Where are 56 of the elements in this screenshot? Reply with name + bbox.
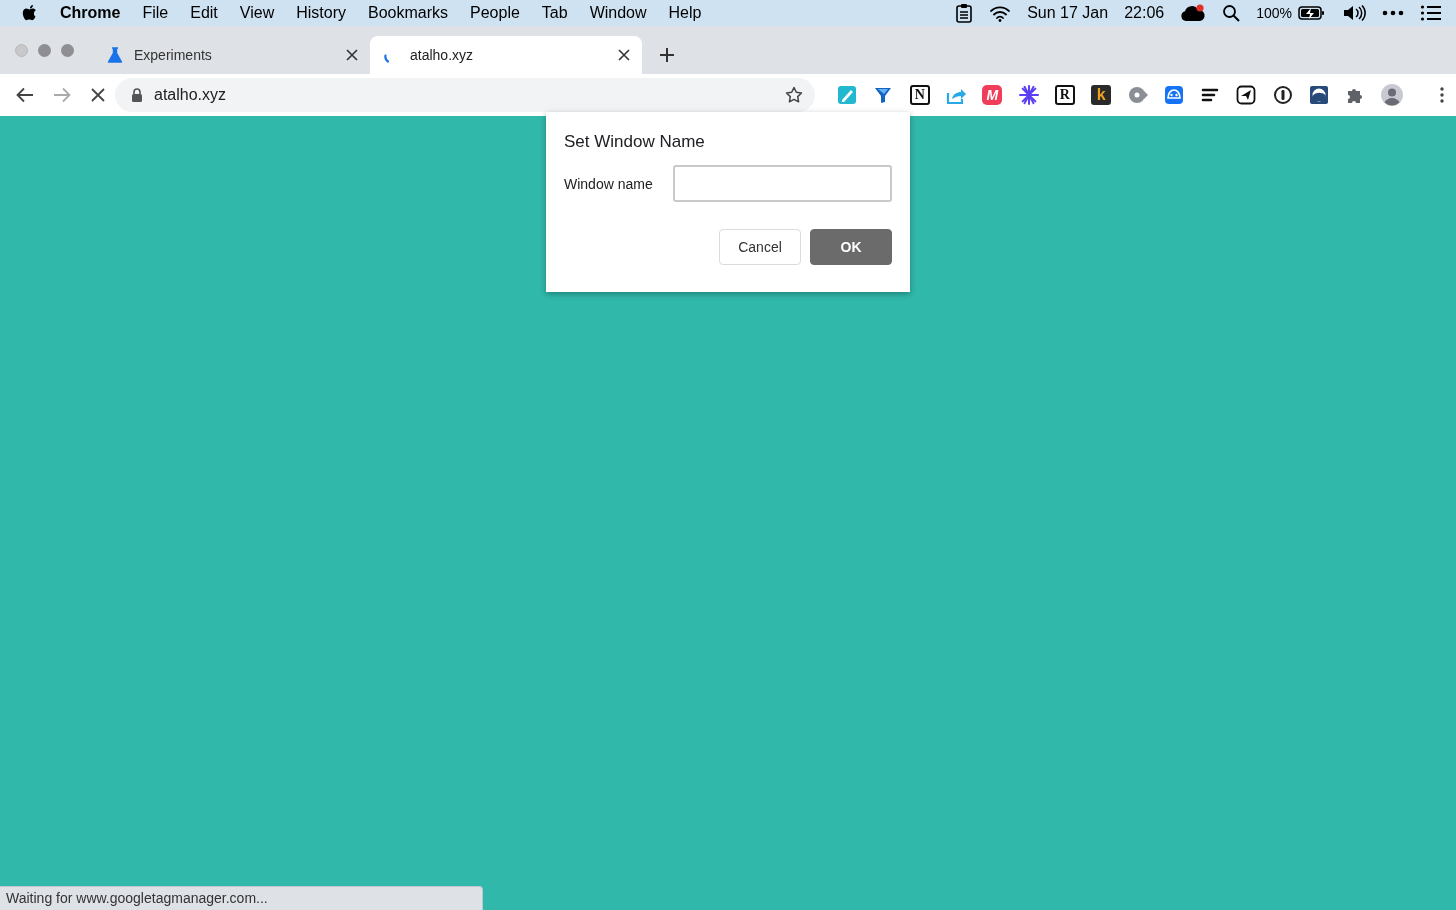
flask-icon <box>106 47 124 63</box>
menu-item[interactable]: Help <box>668 4 702 22</box>
wifi-icon[interactable] <box>989 4 1012 22</box>
asterisk-burst-icon[interactable] <box>1018 85 1039 105</box>
menu-item[interactable]: View <box>239 4 275 22</box>
menu-bar-clock[interactable]: 22:06 <box>1124 4 1165 22</box>
new-tab-icon[interactable] <box>659 47 675 63</box>
avatar-icon[interactable] <box>1380 84 1403 106</box>
wave-square-icon[interactable] <box>1309 85 1329 105</box>
url-text: atalho.xyz <box>154 86 228 104</box>
menu-item[interactable]: Tab <box>541 4 568 22</box>
disc-play-icon[interactable] <box>1127 85 1148 105</box>
window-name-field[interactable] <box>673 165 892 202</box>
cloud-icon[interactable] <box>1180 3 1207 23</box>
back-icon[interactable] <box>16 87 34 103</box>
search-icon[interactable] <box>1222 4 1241 22</box>
more-menu-icon[interactable] <box>1440 87 1444 103</box>
list-icon[interactable] <box>1420 5 1442 21</box>
cancel-button[interactable]: Cancel <box>719 229 801 265</box>
field-label: Window name <box>564 175 654 192</box>
close-icon[interactable] <box>618 49 630 61</box>
ok-button[interactable]: OK <box>810 229 892 265</box>
letter-logo-icon[interactable]: R <box>1054 85 1075 105</box>
status-bubble: Waiting for www.googletagmanager.com... <box>0 886 483 910</box>
letter-logo-icon[interactable]: k <box>1091 85 1112 105</box>
volume-icon[interactable] <box>1342 4 1366 22</box>
browser-tab[interactable]: atalho.xyz <box>370 36 642 74</box>
menu-item[interactable]: File <box>142 4 169 22</box>
stop-icon[interactable] <box>90 87 106 103</box>
menu-item[interactable]: Edit <box>190 4 218 22</box>
more-icon[interactable] <box>1382 10 1404 16</box>
menu-item[interactable]: Window <box>589 4 647 22</box>
browser-tab[interactable]: Experiments <box>98 36 370 74</box>
tab-title: atalho.xyz <box>410 47 475 63</box>
funnel-icon[interactable] <box>873 85 894 105</box>
menu-bar-date[interactable]: Sun 17 Jan <box>1027 4 1109 22</box>
menu-item[interactable]: Bookmarks <box>368 4 448 22</box>
chat-face-icon[interactable] <box>1163 85 1184 105</box>
battery-charging-icon[interactable] <box>1298 5 1326 21</box>
menu-item[interactable]: People <box>470 4 520 22</box>
star-icon[interactable] <box>785 86 803 104</box>
address-bar[interactable]: atalho.xyz <box>115 78 815 112</box>
apple-logo-icon[interactable] <box>22 4 38 22</box>
close-icon[interactable] <box>346 49 358 61</box>
lock-icon <box>131 88 143 102</box>
menu-item[interactable]: History <box>296 4 346 22</box>
paper-plane-icon[interactable] <box>1236 85 1257 105</box>
loading-spinner-icon <box>384 53 390 63</box>
letter-logo-icon[interactable]: N <box>909 85 930 105</box>
clipboard-icon[interactable] <box>955 3 974 23</box>
keyhole-ring-icon[interactable] <box>1272 85 1293 105</box>
menu-item[interactable]: Chrome <box>60 4 121 22</box>
battery-percentage[interactable]: 100% <box>1256 5 1292 21</box>
dialog-title: Set Window Name <box>564 132 706 152</box>
tab-title: Experiments <box>134 47 213 63</box>
letter-logo-icon[interactable]: M <box>982 85 1003 105</box>
